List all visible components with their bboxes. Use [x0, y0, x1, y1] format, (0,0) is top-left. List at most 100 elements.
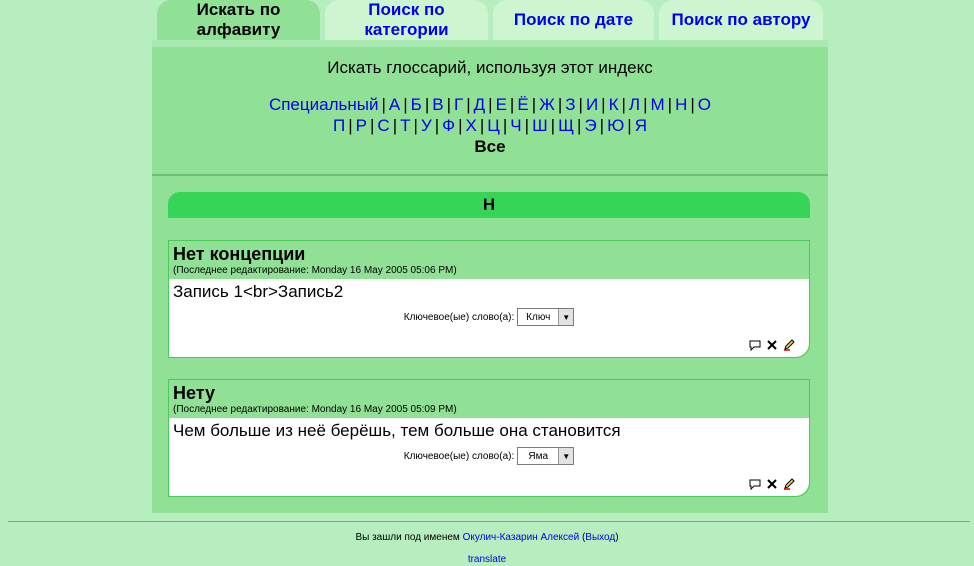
index-separator: [152, 174, 828, 176]
alphabet-separator: |: [434, 116, 440, 135]
alphabet-separator: |: [601, 95, 606, 114]
tab-bar: Искать по алфавиту Поиск по категории По…: [157, 0, 825, 40]
keyword-row: Ключевое(ые) слово(а): Ключ ▼: [169, 308, 809, 326]
alphabet-separator: |: [392, 116, 398, 135]
alphabet-separator: |: [502, 116, 508, 135]
alphabet-letter-link[interactable]: М: [651, 95, 665, 114]
delete-icon[interactable]: [766, 478, 778, 490]
alphabet-letter-link[interactable]: Д: [474, 95, 486, 114]
alphabet-special-link[interactable]: Специальный: [269, 95, 379, 114]
alphabet-letter-link[interactable]: К: [609, 95, 619, 114]
tab-author-label[interactable]: Поиск по автору: [672, 10, 811, 30]
alphabet-separator: |: [621, 95, 626, 114]
keyword-select[interactable]: Ключ ▼: [517, 308, 575, 326]
alphabet-separator: |: [466, 95, 471, 114]
footer-divider: [8, 521, 970, 522]
alphabet-letter-link[interactable]: Л: [629, 95, 640, 114]
alphabet-separator: |: [627, 116, 632, 135]
comment-icon[interactable]: [749, 478, 761, 490]
glossary-entry: Нет концепции (Последнее редактирование:…: [168, 240, 810, 358]
tab-date[interactable]: Поиск по дате: [493, 0, 654, 40]
alphabet-letter-link[interactable]: Ф: [442, 116, 455, 135]
edit-icon[interactable]: [783, 339, 795, 351]
tab-date-label[interactable]: Поиск по дате: [514, 10, 633, 30]
alphabet-separator: |: [446, 95, 451, 114]
paren-close: ): [615, 532, 619, 543]
alphabet-separator: |: [577, 116, 582, 135]
alphabet-letter-link[interactable]: З: [565, 95, 575, 114]
alphabet-row-2: П | Р | С | Т | У | Ф | Х | Ц | Ч | Ш | Щ | Э | Ю | Я: [192, 115, 788, 136]
alphabet-letter-link[interactable]: Ш: [532, 116, 548, 135]
alphabet-separator: |: [348, 116, 353, 135]
index-title: Искать глоссарий, используя этот индекс: [327, 58, 653, 77]
alphabet-letter-link[interactable]: Ё: [517, 95, 528, 114]
alphabet-letter-link[interactable]: О: [698, 95, 711, 114]
alphabet-separator: |: [524, 116, 530, 135]
alphabet-letter-link[interactable]: Е: [496, 95, 507, 114]
alphabet-letter-link[interactable]: Р: [356, 116, 367, 135]
entry-header: Нет концепции (Последнее редактирование:…: [169, 241, 809, 279]
delete-icon[interactable]: [766, 339, 778, 351]
alphabet-separator: |: [370, 116, 375, 135]
alphabet-letter-link[interactable]: Т: [400, 116, 410, 135]
tab-category-label[interactable]: Поиск по категории: [325, 0, 488, 40]
glossary-entry: Нету (Последнее редактирование: Monday 1…: [168, 379, 810, 497]
alphabet-letter-link[interactable]: Б: [411, 95, 422, 114]
alphabet-letter-link[interactable]: Х: [466, 116, 477, 135]
alphabet-separator: |: [403, 95, 408, 114]
login-info: Вы зашли под именем Окулич-Казарин Алекс…: [0, 532, 974, 543]
alphabet-separator: |: [413, 116, 418, 135]
alphabet-letter-link[interactable]: А: [389, 95, 400, 114]
alphabet-letter-link[interactable]: В: [432, 95, 443, 114]
entry-body: Запись 1<br>Запись2 Ключевое(ые) слово(а…: [169, 279, 809, 357]
entry-title: Нету: [173, 383, 216, 403]
entry-body: Чем больше из неё берёшь, тем больше она…: [169, 418, 809, 496]
alphabet-letter-link[interactable]: Ю: [607, 116, 624, 135]
alphabet-letter-link[interactable]: Щ: [558, 116, 574, 135]
alphabet-separator: |: [557, 95, 563, 114]
alphabet-index: Специальный | А | Б | В | Г | Д | Е | Ё | Ж | З | И | К | Л | М | Н |…: [192, 94, 788, 157]
alphabet-letter-link[interactable]: У: [421, 116, 432, 135]
glossary-panel: Искать глоссарий, используя этот индекс …: [152, 40, 828, 513]
translate-link[interactable]: translate: [468, 554, 506, 565]
alphabet-separator: |: [509, 95, 515, 114]
entry-title: Нет концепции: [173, 244, 306, 264]
alphabet-letter-link[interactable]: Г: [454, 95, 463, 114]
alphabet-letter-link[interactable]: И: [586, 95, 598, 114]
comment-icon[interactable]: [749, 339, 761, 351]
chevron-down-icon[interactable]: ▼: [558, 448, 574, 464]
entry-header: Нету (Последнее редактирование: Monday 1…: [169, 380, 809, 418]
keyword-select[interactable]: Яма ▼: [517, 447, 575, 465]
alphabet-letter-link[interactable]: Ж: [539, 95, 555, 114]
alphabet-letter-link[interactable]: С: [377, 116, 389, 135]
entry-definition: Чем больше из неё берёшь, тем больше она…: [173, 421, 621, 440]
keyword-select-value: Ключ: [526, 311, 551, 323]
keyword-label: Ключевое(ые) слово(а):: [403, 311, 515, 323]
alphabet-letter-link[interactable]: П: [333, 116, 345, 135]
alphabet-separator: |: [381, 95, 386, 114]
user-link[interactable]: Окулич-Казарин Алексей: [463, 532, 580, 543]
translate-area: translate: [0, 554, 974, 565]
tab-category[interactable]: Поиск по категории: [325, 0, 488, 40]
alphabet-letter-link[interactable]: Ч: [510, 116, 521, 135]
tab-alphabet[interactable]: Искать по алфавиту: [157, 0, 320, 40]
alphabet-separator: |: [599, 116, 605, 135]
alphabet-letter-link[interactable]: Н: [675, 95, 687, 114]
alphabet-letter-link[interactable]: Ц: [487, 116, 500, 135]
alphabet-separator: |: [667, 95, 673, 114]
entry-definition: Запись 1<br>Запись2: [173, 282, 344, 301]
alphabet-all[interactable]: Все: [474, 137, 505, 156]
alphabet-separator: |: [479, 116, 485, 135]
alphabet-letter-link[interactable]: Э: [584, 116, 596, 135]
alphabet-row-1: Специальный | А | Б | В | Г | Д | Е | Ё | Ж | З | И | К | Л | М | Н |…: [192, 94, 788, 115]
chevron-down-icon[interactable]: ▼: [558, 309, 574, 325]
alphabet-separator: |: [550, 116, 556, 135]
tab-author[interactable]: Поиск по автору: [659, 0, 823, 40]
entry-actions: [749, 478, 795, 490]
alphabet-separator: |: [690, 95, 695, 114]
alphabet-letter-link[interactable]: Я: [635, 116, 647, 135]
login-prefix: Вы зашли под именем: [355, 532, 460, 543]
alphabet-separator: |: [578, 95, 583, 114]
edit-icon[interactable]: [783, 478, 795, 490]
logout-link[interactable]: Выход: [585, 532, 615, 543]
